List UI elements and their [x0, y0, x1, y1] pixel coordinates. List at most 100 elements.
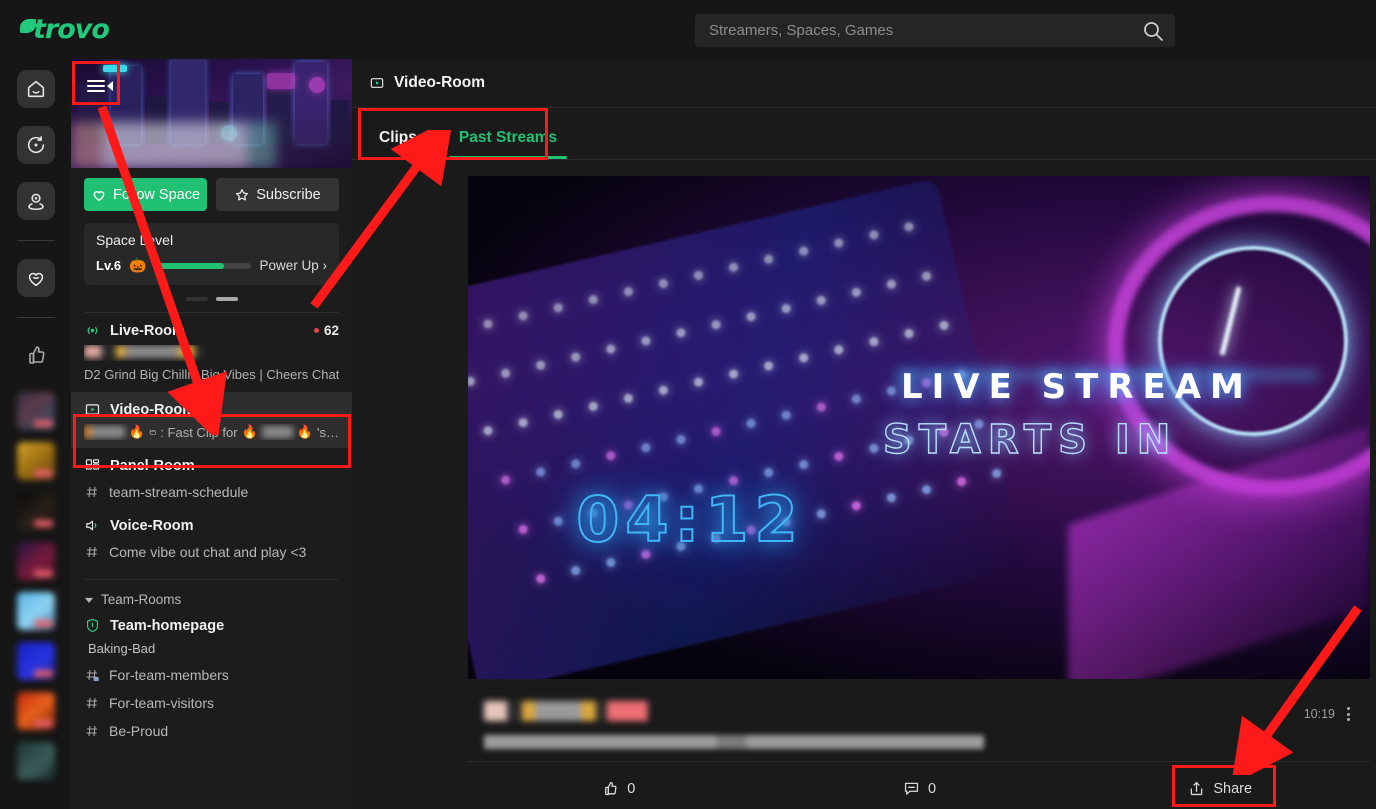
viewer-count-value: 62	[323, 323, 339, 338]
live-badge	[33, 520, 53, 527]
follow-space-button[interactable]: Follow Space	[84, 178, 207, 211]
sidebar-item-team-stream-schedule[interactable]: team-stream-schedule	[71, 476, 352, 508]
video-countdown: 04:12	[575, 482, 804, 557]
sidebar-item-live-room[interactable]: Live-Room 62 D2 Grind Big Chillin Big Vi…	[71, 313, 352, 390]
video-meta-top: 10:19	[468, 687, 1370, 761]
tab-past-streams[interactable]: Past Streams	[448, 129, 568, 159]
team-stream-schedule-label: team-stream-schedule	[109, 484, 249, 500]
video-thumbnail[interactable]: LIVE STREAM STARTS IN 04:12	[468, 176, 1370, 679]
video-title[interactable]	[484, 735, 984, 749]
icon-rail	[0, 59, 71, 809]
panel-room-header: Panel-Room	[84, 457, 339, 474]
hash-icon	[86, 486, 97, 498]
hash-icon	[86, 546, 97, 558]
video-timestamp: 10:19	[1303, 707, 1335, 721]
sidebar-item-be-proud[interactable]: Be-Proud	[71, 717, 352, 745]
live-thumbnail[interactable]	[16, 392, 55, 430]
video-icon	[370, 78, 384, 88]
comment-button[interactable]: 0	[769, 779, 1070, 798]
space-level-progress-row: Lv.6 🎃 Power Up ›	[96, 257, 327, 274]
search-bar[interactable]	[695, 14, 1175, 47]
hash-icon	[86, 725, 97, 737]
share-label: Share	[1213, 780, 1253, 797]
space-action-buttons: Follow Space Subscribe	[71, 178, 352, 211]
thumbs-up-icon[interactable]	[17, 336, 55, 374]
subscribe-label: Subscribe	[256, 186, 321, 203]
power-up-link[interactable]: Power Up ›	[259, 258, 327, 273]
video-room-header: Video-Room	[84, 401, 339, 418]
share-icon	[1191, 781, 1203, 796]
sidebar-item-for-team-visitors[interactable]: For-team-visitors	[71, 689, 352, 717]
video-icon	[85, 404, 100, 415]
hash-lock-icon	[86, 669, 99, 681]
content-tabs: Clips Past Streams	[352, 108, 1376, 160]
voice-room-header: Voice-Room	[84, 517, 339, 534]
rail-divider-2	[16, 317, 55, 318]
chevron-down-icon	[84, 597, 94, 603]
tab-clips[interactable]: Clips	[369, 129, 427, 159]
live-badge	[33, 570, 53, 577]
team-rooms-label: Team-Rooms	[101, 592, 182, 607]
trovo-logo[interactable]: trovo	[20, 14, 110, 45]
uploader-name[interactable]	[484, 701, 669, 721]
comment-count: 0	[927, 780, 937, 797]
comment-icon	[904, 782, 919, 795]
live-room-header: Live-Room 62	[84, 322, 339, 339]
team-rooms-section-header[interactable]: Team-Rooms	[71, 580, 352, 611]
live-badge	[33, 470, 53, 477]
page-title: Video-Room	[394, 74, 485, 91]
carousel-dot[interactable]	[185, 297, 208, 301]
star-icon	[236, 188, 249, 201]
follow-space-label: Follow Space	[112, 186, 201, 203]
sidebar-item-for-team-members[interactable]: For-team-members	[71, 661, 352, 689]
live-thumbnail[interactable]	[16, 692, 55, 730]
live-thumbnail[interactable]	[16, 492, 55, 530]
live-room-avatars	[84, 345, 339, 361]
video-overlay-line2: STARTS IN	[882, 417, 1178, 464]
home-icon[interactable]	[16, 70, 55, 108]
live-badge	[33, 420, 53, 427]
sidebar-item-panel-room[interactable]: Panel-Room	[71, 448, 352, 476]
team-homepage-subtitle: Baking-Bad	[88, 641, 156, 656]
main-content: Video-Room Clips Past Streams LIVE STREA…	[352, 59, 1376, 809]
fire-emoji-2: 🔥	[241, 424, 258, 439]
video-room-label: Video-Room	[110, 401, 196, 418]
like-button[interactable]: 0	[468, 779, 769, 798]
sidebar-item-video-room[interactable]: Video-Room 🔥 : Fast Clip for 🔥 🔥 's…	[71, 392, 352, 448]
carousel-dot-active[interactable]	[215, 297, 238, 301]
video-room-subtitle: 🔥 : Fast Clip for 🔥 🔥 's…	[84, 424, 339, 440]
live-thumbnail[interactable]	[16, 592, 55, 630]
video-meta-left	[484, 701, 1304, 749]
rail-divider	[16, 240, 55, 241]
sidebar-item-voice-channel[interactable]: Come vibe out chat and play <3	[71, 536, 352, 568]
panel-grid-icon	[85, 459, 100, 470]
for-team-visitors-label: For-team-visitors	[109, 695, 215, 711]
app-root: trovo Streamers, Spaces, Games Follow Sp…	[0, 0, 1376, 809]
search-icon[interactable]	[1131, 19, 1175, 43]
heart-icon[interactable]	[16, 259, 55, 297]
banner-name-overlay	[71, 122, 352, 168]
live-room-viewer-count: 62	[313, 323, 339, 338]
power-up-label: Power Up	[259, 258, 319, 273]
like-count: 0	[627, 780, 636, 797]
live-thumbnail[interactable]	[16, 642, 55, 680]
subscribe-button[interactable]: Subscribe	[216, 178, 339, 211]
team-homepage-label: Team-homepage	[110, 617, 225, 634]
live-thumbnail[interactable]	[16, 542, 55, 580]
live-thumbnail[interactable]	[16, 442, 55, 480]
share-button[interactable]: Share	[1069, 779, 1370, 798]
live-thumbnail[interactable]	[16, 742, 55, 780]
explore-icon[interactable]	[16, 126, 55, 164]
top-bar: trovo	[0, 0, 1376, 59]
collapse-sidebar-icon[interactable]	[83, 73, 117, 99]
sidebar-item-voice-room[interactable]: Voice-Room	[71, 508, 352, 536]
space-level-title: Space Level	[96, 232, 174, 248]
main-header: Video-Room	[352, 59, 1376, 108]
sidebar-item-team-homepage[interactable]: Team-homepage	[71, 611, 352, 640]
more-vertical-icon[interactable]	[1343, 703, 1354, 725]
search-input[interactable]	[695, 22, 1131, 39]
pumpkin-icon: 🎃	[129, 257, 147, 273]
clapperboard-icon	[149, 429, 156, 435]
space-level-card[interactable]: Space Level Lv.6 🎃 Power Up ›	[84, 223, 339, 285]
location-pin-icon[interactable]	[16, 182, 55, 220]
